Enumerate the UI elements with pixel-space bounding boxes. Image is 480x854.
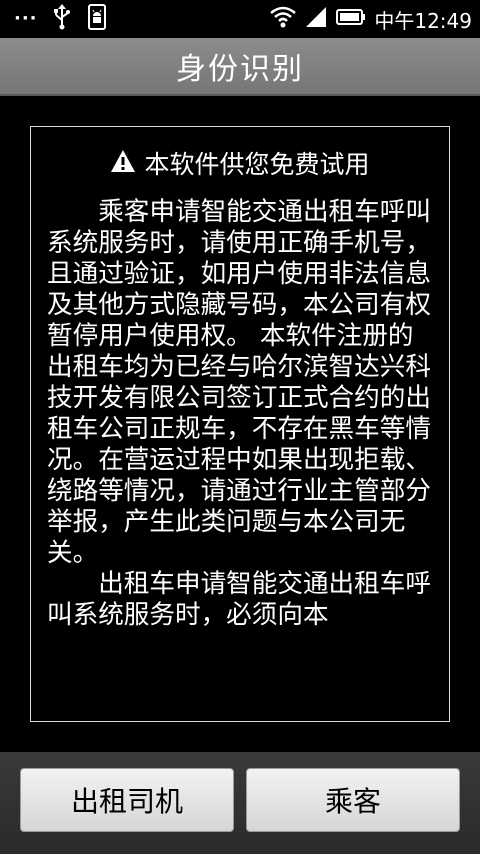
status-bar: ··· 中午12:49 <box>0 0 480 38</box>
status-time: 中午12:49 <box>374 8 472 33</box>
battery-icon <box>336 8 366 30</box>
passenger-button[interactable]: 乘客 <box>246 768 460 832</box>
android-debug-icon <box>86 4 108 34</box>
overflow-dots-icon: ··· <box>14 8 38 29</box>
driver-button[interactable]: 出租司机 <box>20 768 234 832</box>
wifi-icon <box>270 6 297 32</box>
dialog-title: 身份识别 <box>176 52 304 87</box>
warning-icon <box>110 149 136 177</box>
terms-paragraph: 出租车申请智能交通出租车呼叫系统服务时，必须向本 <box>47 569 431 630</box>
dialog-title-bar: 身份识别 <box>0 38 480 96</box>
status-left-icons: ··· <box>14 4 108 34</box>
signal-icon <box>304 6 328 32</box>
button-bar: 出租司机 乘客 <box>0 752 480 854</box>
terms-body: 乘客申请智能交通出租车呼叫系统服务时，请使用正确手机号，且通过验证，如用户使用非… <box>47 197 439 707</box>
notice-header: 本软件供您免费试用 <box>31 145 449 181</box>
usb-icon <box>52 4 72 34</box>
status-right-icons: 中午12:49 <box>270 4 472 34</box>
terms-scroll-area[interactable]: 本软件供您免费试用 乘客申请智能交通出租车呼叫系统服务时，请使用正确手机号，且通… <box>30 126 450 722</box>
terms-paragraph: 乘客申请智能交通出租车呼叫系统服务时，请使用正确手机号，且通过验证，如用户使用非… <box>47 197 431 568</box>
phone-screen: ··· 中午12:49 身份识别 本软件供您免费试用 乘客申请智能交通出租车呼叫… <box>0 0 480 854</box>
notice-title: 本软件供您免费试用 <box>144 150 370 179</box>
